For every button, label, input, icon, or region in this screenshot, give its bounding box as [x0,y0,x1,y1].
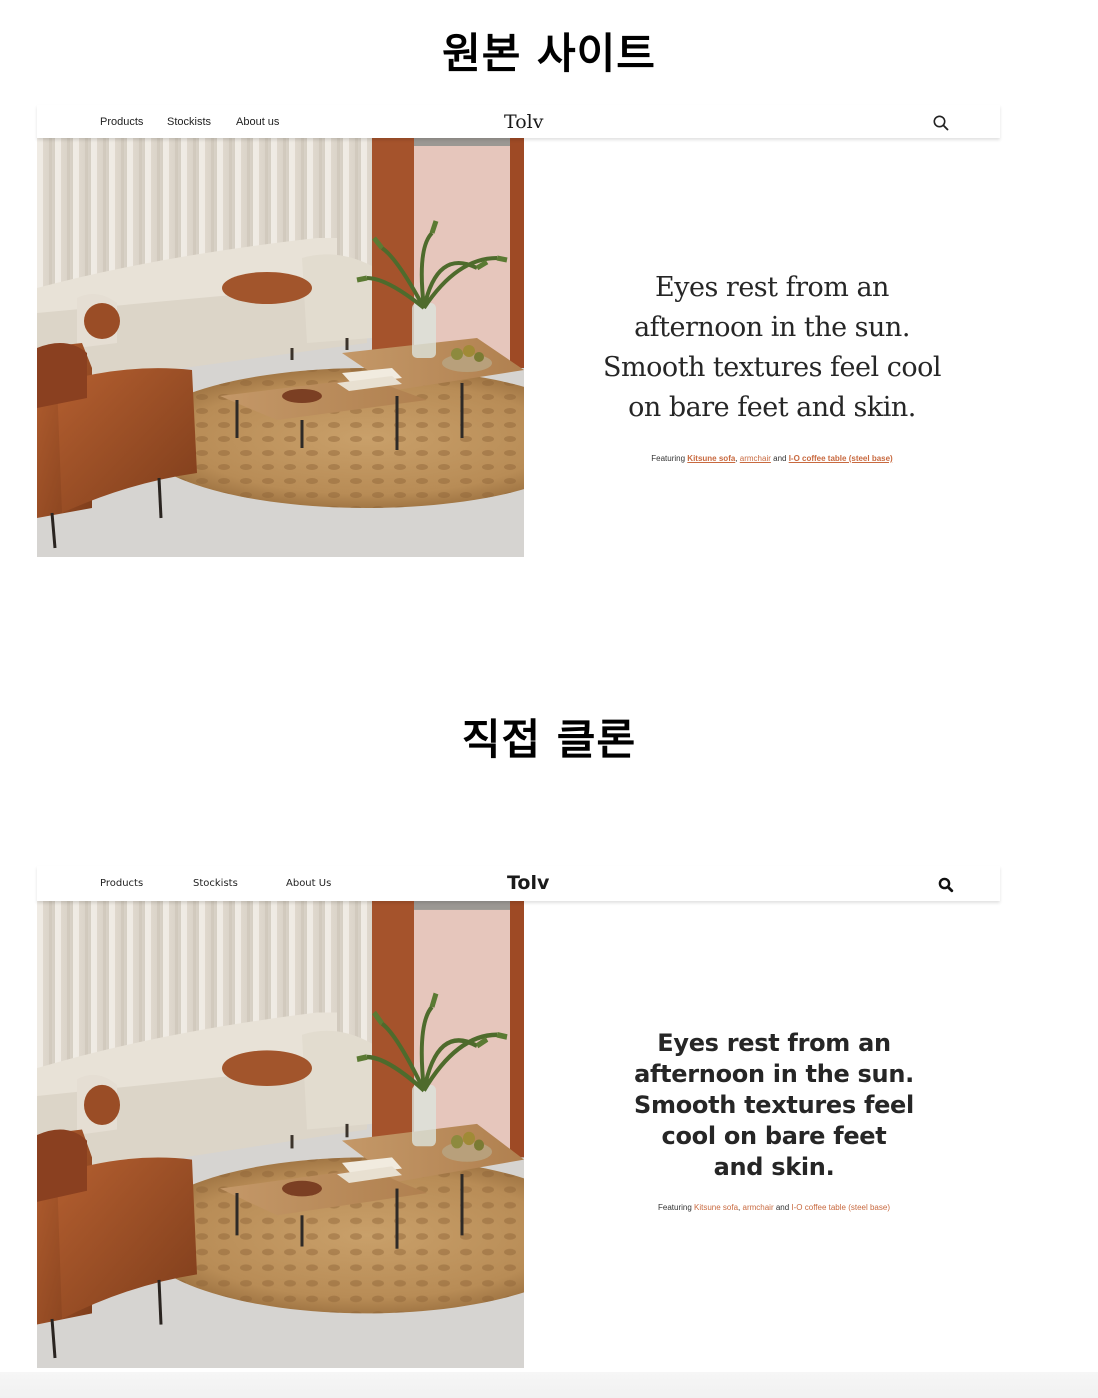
nav-products-link[interactable]: Products [100,116,143,128]
search-icon[interactable] [932,114,950,132]
caption-and: and [770,454,789,463]
original-site-heading: 원본 사이트 [442,29,656,78]
hero-headline: Eyes rest from an afternoon in the sun. … [634,1029,914,1181]
site-logo[interactable]: Tolv [507,872,549,894]
site-logo[interactable]: Tolv [504,111,543,133]
armchair-link[interactable]: armchair [740,454,771,463]
clone-site-heading: 직접 클론 [461,715,637,764]
coffee-table-link[interactable]: I-O coffee table (steel base) [789,454,893,463]
top-nav: Products Stockists About us Tolv [37,105,1000,138]
search-icon[interactable] [937,876,955,894]
hero-caption: Featuring Kitsune sofa, armchair and I-O… [634,1203,914,1212]
hero-copy: Eyes rest from an afternoon in the sun. … [634,1028,914,1212]
caption-prefix: Featuring [651,454,688,463]
caption-and: and [773,1203,792,1212]
hero-caption: Featuring Kitsune sofa, armchair and I-O… [587,454,957,463]
hero-copy: Eyes rest from an afternoon in the sun. … [587,268,957,463]
armchair-link[interactable]: armchair [743,1203,774,1212]
clone-site-screenshot: Products Stockists About Us Tolv Eyes re… [37,866,1000,1368]
caption-prefix: Featuring [657,1203,695,1212]
window-bottom-bar [0,1372,1098,1398]
kitsune-sofa-link[interactable]: Kitsune sofa [687,454,735,463]
coffee-table-link[interactable]: I-O coffee table (steel base) [791,1203,890,1212]
nav-products-link[interactable]: Products [100,878,143,889]
kitsune-sofa-link[interactable]: Kitsune sofa [694,1203,738,1212]
nav-about-link[interactable]: About us [236,116,279,128]
hero-headline: Eyes rest from an afternoon in the sun. … [603,272,942,423]
original-site-screenshot: Products Stockists About us Tolv Eyes re… [37,105,1000,557]
hero-image [37,901,524,1368]
nav-about-link[interactable]: About Us [286,878,331,889]
nav-stockists-link[interactable]: Stockists [193,878,238,889]
top-nav: Products Stockists About Us Tolv [37,866,1000,901]
hero-image [37,138,524,557]
nav-stockists-link[interactable]: Stockists [167,116,211,128]
